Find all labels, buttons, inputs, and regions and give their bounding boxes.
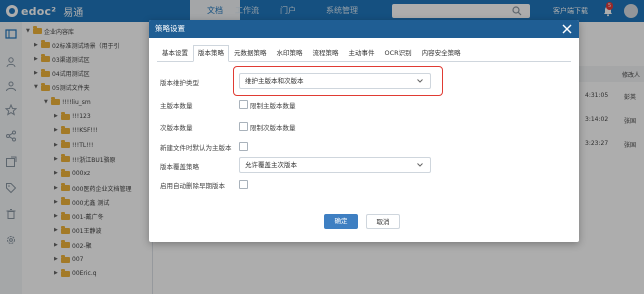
overwrite-policy-label: 版本覆盖策略 [160,163,199,171]
tab-active-events[interactable]: 主动事件 [344,45,380,62]
policy-settings-dialog: 策略设置 基本设置 版本策略 元数据策略 水印策略 流程策略 主动事件 OCR识… [149,20,579,242]
tab-content-security[interactable]: 内容安全策略 [417,45,466,62]
major-count-label: 主版本数量 [160,102,193,110]
version-type-label: 版本维护类型 [160,79,199,87]
tab-watermark-policy[interactable]: 水印策略 [272,45,308,62]
minor-limit-label: 限制次版本数量 [250,124,296,132]
close-icon[interactable] [561,23,573,35]
tab-ocr[interactable]: OCR识别 [380,45,417,62]
tab-basic-settings[interactable]: 基本设置 [157,45,193,62]
tab-metadata-policy[interactable]: 元数据策略 [229,45,272,62]
major-limit-checkbox[interactable] [239,100,248,109]
overwrite-policy-value: 允许覆盖主次版本 [245,161,297,169]
highlight-box [233,66,443,96]
minor-limit-checkbox[interactable] [239,122,248,131]
major-limit-label: 限制主版本数量 [250,102,296,110]
cancel-button[interactable]: 取消 [366,214,400,229]
ok-button[interactable]: 确定 [324,214,358,229]
dialog-title: 策略设置 [155,24,185,33]
tab-version-policy[interactable]: 版本策略 [193,45,229,62]
auto-delete-label: 启用自动删除早期版本 [160,182,225,190]
policy-tabs: 基本设置 版本策略 元数据策略 水印策略 流程策略 主动事件 OCR识别 内容安… [157,45,571,62]
minor-count-label: 次版本数量 [160,124,193,132]
dialog-header: 策略设置 [149,20,579,38]
auto-delete-checkbox[interactable] [239,180,248,189]
new-as-major-label: 新建文件时默认为主版本 [160,144,232,152]
chevron-down-icon [417,163,423,167]
new-as-major-checkbox[interactable] [239,142,248,151]
overwrite-policy-select[interactable]: 允许覆盖主次版本 [239,157,431,173]
tab-workflow-policy[interactable]: 流程策略 [308,45,344,62]
